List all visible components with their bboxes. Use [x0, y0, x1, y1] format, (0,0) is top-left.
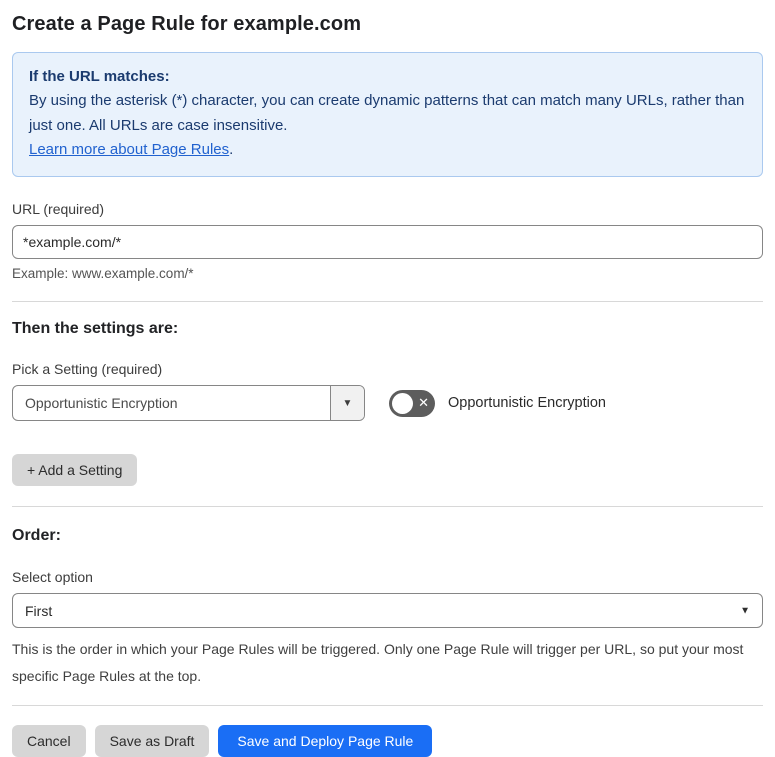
save-draft-button[interactable]: Save as Draft — [94, 725, 210, 757]
settings-heading: Then the settings are: — [12, 320, 179, 338]
url-section: URL (required) Example: www.example.com/… — [12, 201, 763, 281]
link-suffix: . — [229, 140, 234, 158]
info-link-line: Learn more about Page Rules. — [29, 138, 746, 162]
setting-select[interactable]: Opportunistic Encryption ▼ — [12, 385, 365, 422]
url-label: URL (required) — [12, 201, 105, 218]
add-setting-button[interactable]: + Add a Setting — [12, 454, 138, 487]
info-box-heading: If the URL matches: — [29, 68, 170, 85]
setting-select-value: Opportunistic Encryption — [25, 395, 178, 412]
opportunistic-encryption-toggle[interactable]: ✕ — [389, 389, 435, 417]
order-heading: Order: — [12, 527, 61, 545]
save-deploy-button[interactable]: Save and Deploy Page Rule — [218, 725, 433, 757]
cancel-button[interactable]: Cancel — [12, 725, 86, 757]
url-match-info-box: If the URL matches: By using the asteris… — [12, 52, 763, 178]
chevron-down-icon: ▼ — [342, 397, 353, 409]
footer-divider — [12, 705, 763, 707]
info-box-body: By using the asterisk (*) character, you… — [29, 92, 745, 134]
learn-more-link[interactable]: Learn more about Page Rules — [29, 141, 229, 158]
setting-select-button[interactable]: ▼ — [330, 386, 364, 421]
page-title: Create a Page Rule for example.com — [12, 13, 362, 35]
section-divider — [12, 506, 763, 508]
setting-row: Opportunistic Encryption ▼ ✕ Opportunist… — [12, 385, 763, 422]
page-rule-form: Create a Page Rule for example.com If th… — [0, 0, 775, 757]
toggle-off-x-icon: ✕ — [418, 395, 429, 411]
url-input[interactable] — [12, 225, 763, 260]
pick-setting-label: Pick a Setting (required) — [12, 361, 163, 378]
order-select-label: Select option — [12, 569, 93, 586]
order-select-value: First — [25, 602, 53, 619]
toggle-label: Opportunistic Encryption — [448, 395, 606, 412]
order-helper-text: This is the order in which your Page Rul… — [12, 641, 744, 684]
footer-actions: Cancel Save as Draft Save and Deploy Pag… — [12, 725, 763, 757]
url-example-helper: Example: www.example.com/* — [12, 266, 194, 282]
chevron-down-icon: ▼ — [740, 605, 750, 617]
order-select[interactable]: First ▼ — [12, 593, 763, 629]
section-divider — [12, 301, 763, 303]
toggle-knob — [392, 392, 413, 414]
